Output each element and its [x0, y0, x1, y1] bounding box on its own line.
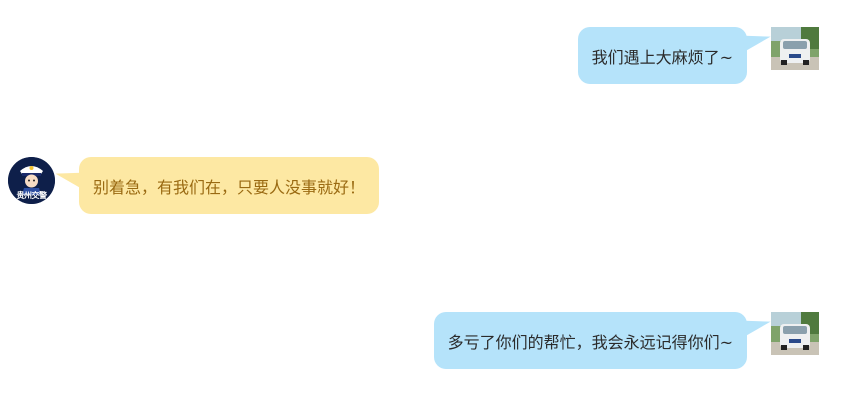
message-outgoing: 我们遇上大麻烦了~	[577, 27, 819, 84]
message-text: 别着急，有我们在，只要人没事就好！	[93, 177, 366, 197]
car-photo-avatar[interactable]	[771, 27, 819, 70]
message-text: 多亏了你们的帮忙，我会永远记得你们~	[447, 332, 733, 352]
message-outgoing: 多亏了你们的帮忙，我会永远记得你们~	[433, 312, 819, 369]
car-photo-avatar[interactable]	[771, 312, 819, 355]
message-text: 我们遇上大麻烦了~	[591, 47, 733, 67]
message-incoming: 贵州交警 别着急，有我们在，只要人没事就好！	[8, 157, 380, 214]
traffic-police-avatar[interactable]: 贵州交警	[8, 157, 55, 204]
avatar-label: 贵州交警	[16, 191, 48, 200]
bubble-tail	[53, 165, 85, 189]
chat-bubble: 多亏了你们的帮忙，我会永远记得你们~	[433, 312, 773, 369]
bubble-tail	[741, 313, 773, 337]
chat-bubble: 别着急，有我们在，只要人没事就好！	[53, 157, 380, 214]
chat-thread: 我们遇上大麻烦了~ 贵州交警 别着急，有我们在，只要人没事就好！ 多亏了你们的帮…	[0, 0, 844, 400]
bubble-tail	[741, 28, 773, 52]
chat-bubble: 我们遇上大麻烦了~	[577, 27, 773, 84]
